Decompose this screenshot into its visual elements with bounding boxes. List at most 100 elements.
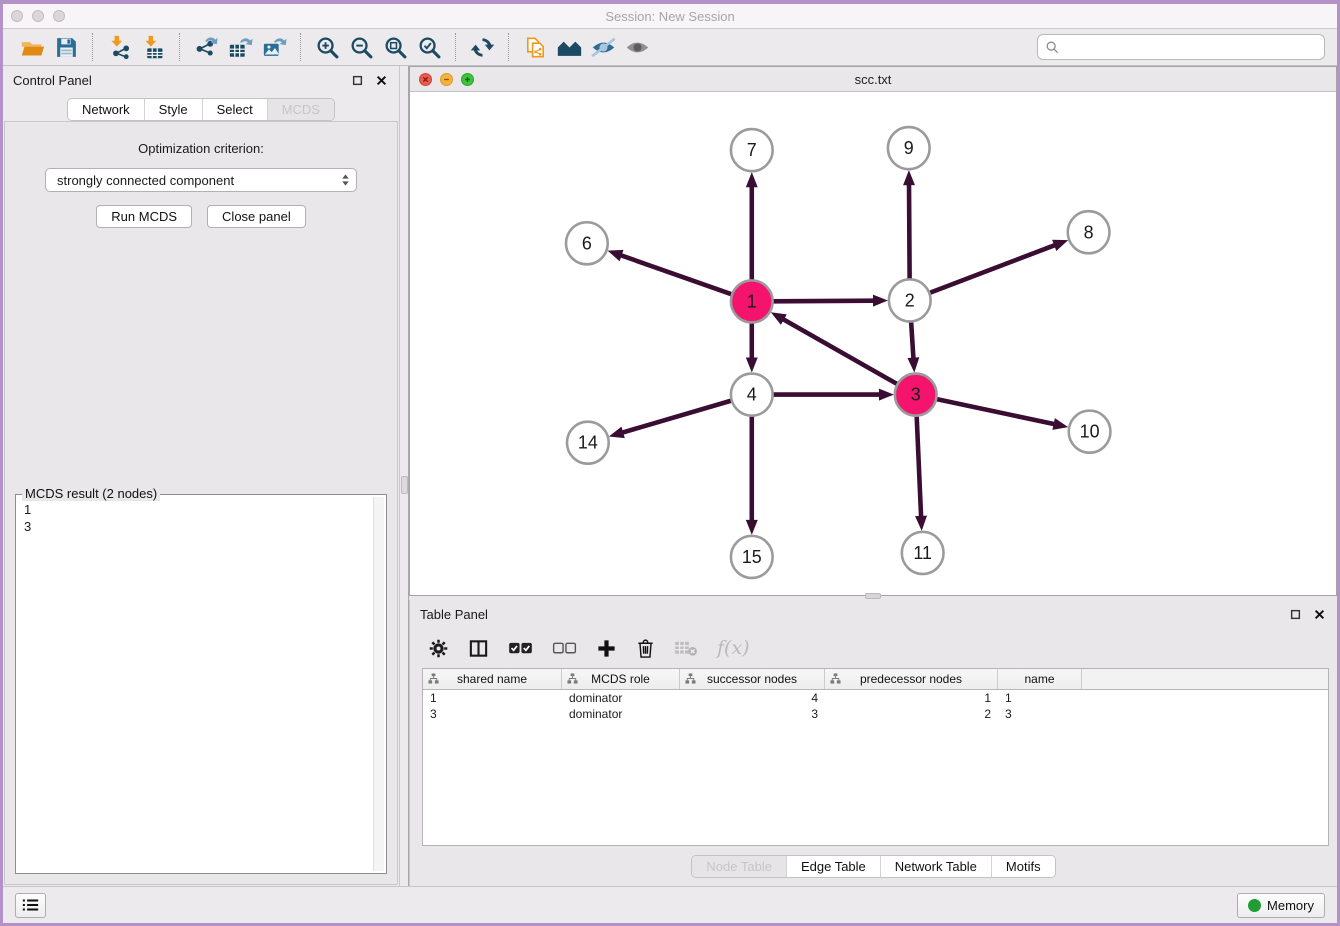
horizontal-splitter[interactable] — [409, 596, 1337, 600]
hide-panels-icon — [591, 35, 616, 60]
vertical-splitter[interactable] — [399, 66, 409, 886]
arrowhead-1-4 — [746, 358, 758, 373]
graph-node-8[interactable]: 8 — [1068, 211, 1110, 253]
zoom-selected-button[interactable] — [412, 32, 446, 62]
cell-predecessor-nodes[interactable]: 2 — [825, 707, 998, 721]
cell-successor-nodes[interactable]: 4 — [680, 691, 825, 705]
tab-select[interactable]: Select — [203, 99, 268, 120]
table-settings-button[interactable] — [428, 635, 449, 661]
home-icon — [557, 35, 582, 60]
table-row[interactable]: 3dominator323 — [423, 706, 1328, 722]
tab-motifs[interactable]: Motifs — [992, 856, 1055, 877]
tab-style[interactable]: Style — [145, 99, 203, 120]
export-table-button[interactable] — [223, 32, 257, 62]
toolbar-separator — [455, 33, 456, 61]
column-header-name[interactable]: name — [998, 669, 1082, 689]
save-session-button[interactable] — [49, 32, 83, 62]
tab-node-table[interactable]: Node Table — [692, 856, 787, 877]
tab-edge-table[interactable]: Edge Table — [787, 856, 881, 877]
column-visibility-icon — [468, 638, 489, 659]
select-all-button[interactable] — [508, 635, 533, 661]
refresh-button[interactable] — [465, 32, 499, 62]
edge-3-10[interactable] — [936, 399, 1055, 424]
edge-1-2[interactable] — [773, 301, 875, 302]
show-panels-icon — [625, 35, 650, 60]
close-table-panel-icon[interactable] — [1311, 606, 1327, 622]
export-image-button[interactable] — [257, 32, 291, 62]
graph-node-15[interactable]: 15 — [731, 536, 773, 578]
graph-node-11[interactable]: 11 — [902, 532, 944, 574]
status-bar: Memory — [3, 886, 1337, 923]
import-table-button[interactable] — [136, 32, 170, 62]
hide-panels-button[interactable] — [586, 32, 620, 62]
splitter-grip[interactable] — [401, 476, 408, 494]
export-network-button[interactable] — [189, 32, 223, 62]
cell-successor-nodes[interactable]: 3 — [680, 707, 825, 721]
zoom-in-button[interactable] — [310, 32, 344, 62]
column-header-successor-nodes[interactable]: successor nodes — [680, 669, 825, 689]
column-header-predecessor-nodes[interactable]: predecessor nodes — [825, 669, 998, 689]
table-row[interactable]: 1dominator411 — [423, 690, 1328, 706]
graph-node-7[interactable]: 7 — [731, 129, 773, 171]
edge-3-1[interactable] — [782, 319, 897, 385]
result-scrollbar[interactable] — [373, 497, 384, 871]
edge-3-11[interactable] — [917, 416, 921, 518]
graph-node-14[interactable]: 14 — [567, 422, 609, 464]
tab-network[interactable]: Network — [68, 99, 145, 120]
graph-node-10[interactable]: 10 — [1069, 411, 1111, 453]
cell-predecessor-nodes[interactable]: 1 — [825, 691, 998, 705]
cell-name[interactable]: 1 — [998, 691, 1082, 705]
close-panel-icon[interactable] — [373, 72, 389, 88]
memory-button[interactable]: Memory — [1237, 893, 1325, 918]
graph-node-4[interactable]: 4 — [731, 374, 773, 416]
graph-node-1[interactable]: 1 — [731, 280, 773, 322]
import-network-button[interactable] — [102, 32, 136, 62]
cell-mcds-role[interactable]: dominator — [562, 691, 680, 705]
edge-2-9[interactable] — [909, 183, 910, 279]
column-visibility-button[interactable] — [468, 635, 489, 661]
column-header-mcds-role[interactable]: MCDS role — [562, 669, 680, 689]
cell-shared-name[interactable]: 3 — [423, 707, 562, 721]
horizontal-splitter-grip[interactable] — [865, 593, 881, 599]
app-titlebar: Session: New Session — [3, 4, 1337, 29]
edge-1-6[interactable] — [620, 255, 732, 295]
search-input[interactable] — [1064, 40, 1317, 55]
arrowhead-3-11 — [915, 516, 927, 531]
deselect-all-button[interactable] — [552, 635, 577, 661]
run-mcds-button[interactable]: Run MCDS — [96, 205, 192, 228]
graph-node-6[interactable]: 6 — [566, 222, 608, 264]
network-canvas[interactable]: 7 9 6 8 1 2 4 3 14 10 15 11 — [410, 92, 1336, 595]
save-session-icon — [54, 35, 79, 60]
graph-node-3[interactable]: 3 — [895, 374, 937, 416]
cell-mcds-role[interactable]: dominator — [562, 707, 680, 721]
mcds-result-list[interactable]: 13 — [18, 497, 372, 871]
edge-4-14[interactable] — [621, 400, 732, 432]
open-session-button[interactable] — [15, 32, 49, 62]
graph-node-9[interactable]: 9 — [888, 127, 930, 169]
cell-shared-name[interactable]: 1 — [423, 691, 562, 705]
tab-network-table[interactable]: Network Table — [881, 856, 992, 877]
home-button[interactable] — [552, 32, 586, 62]
right-column: scc.txt 7968124314101511 Table Panel — [409, 66, 1337, 886]
add-column-button[interactable] — [596, 635, 617, 661]
svg-text:15: 15 — [742, 547, 762, 567]
edge-2-8[interactable] — [929, 245, 1056, 293]
float-panel-icon[interactable] — [349, 72, 365, 88]
svg-text:4: 4 — [747, 385, 757, 405]
clone-network-button[interactable] — [518, 32, 552, 62]
network-graph[interactable]: 7 9 6 8 1 2 4 3 14 10 15 11 — [410, 92, 1336, 595]
zoom-out-button[interactable] — [344, 32, 378, 62]
search-box[interactable] — [1037, 34, 1325, 60]
cell-name[interactable]: 3 — [998, 707, 1082, 721]
show-panels-button[interactable] — [620, 32, 654, 62]
task-history-button[interactable] — [15, 893, 46, 918]
delete-column-button[interactable] — [636, 635, 655, 661]
close-panel-button[interactable]: Close panel — [207, 205, 306, 228]
float-table-panel-icon[interactable] — [1287, 606, 1303, 622]
optimization-criterion-select[interactable]: strongly connected component — [45, 168, 357, 192]
zoom-fit-button[interactable] — [378, 32, 412, 62]
tab-mcds[interactable]: MCDS — [268, 99, 334, 120]
column-header-shared-name[interactable]: shared name — [423, 669, 562, 689]
graph-node-2[interactable]: 2 — [889, 279, 931, 321]
edge-2-3[interactable] — [911, 321, 913, 359]
